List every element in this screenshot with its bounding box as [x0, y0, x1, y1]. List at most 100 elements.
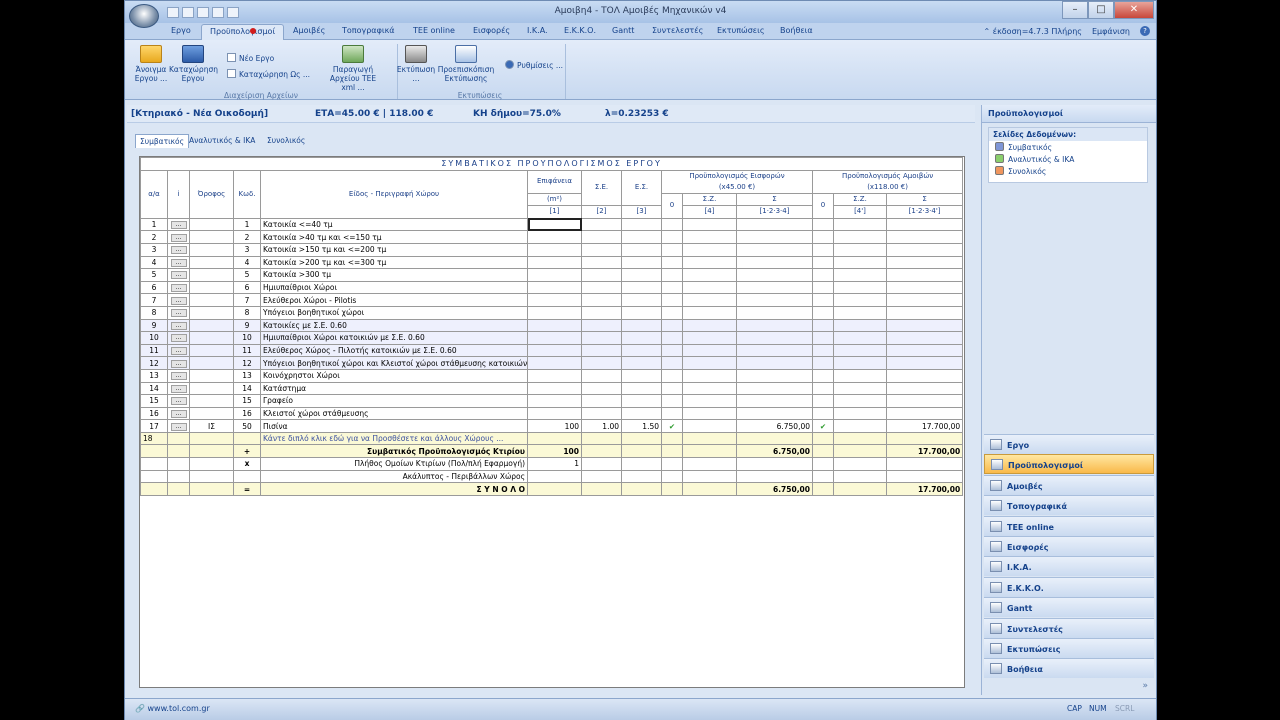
row-se[interactable] — [581, 217, 622, 232]
row-c-sz[interactable] — [682, 343, 737, 358]
row-c-zero[interactable] — [661, 230, 683, 244]
row-c-sigma[interactable] — [736, 293, 813, 307]
save-as-button[interactable]: Καταχώρηση Ως ... — [227, 69, 310, 79]
row-se[interactable]: 1.00 — [581, 419, 622, 433]
tab-ika[interactable]: I.K.A. — [527, 26, 548, 35]
row-details[interactable]: ... — [167, 318, 190, 333]
row-c-sz[interactable] — [682, 406, 737, 421]
nav-item[interactable]: Τοπογραφικά — [984, 495, 1154, 516]
row-area[interactable] — [527, 406, 582, 421]
row-es[interactable] — [621, 268, 662, 282]
row-f-sigma[interactable] — [885, 343, 964, 358]
row-details-icon[interactable]: ... — [170, 347, 187, 356]
row-f-sz[interactable] — [833, 356, 887, 370]
row-es[interactable] — [621, 343, 662, 358]
row-area[interactable] — [527, 217, 582, 232]
row-c-sigma[interactable] — [736, 268, 813, 282]
row-details[interactable]: ... — [167, 356, 190, 370]
row-c-zero[interactable] — [661, 318, 683, 333]
row-details-icon[interactable]: ... — [170, 321, 187, 330]
row-details-icon[interactable]: ... — [170, 422, 187, 431]
row-f-zero[interactable] — [812, 255, 834, 270]
nav-item[interactable]: Gantt — [984, 597, 1154, 618]
row-details-icon[interactable]: ... — [170, 334, 187, 343]
row-c-zero[interactable] — [661, 217, 683, 232]
tab-coefficients[interactable]: Συντελεστές — [652, 26, 703, 35]
row-c-zero[interactable] — [661, 394, 683, 408]
row-f-sz[interactable] — [833, 293, 887, 307]
row-se[interactable] — [581, 268, 622, 282]
row-es[interactable] — [621, 381, 662, 396]
row-c-sz[interactable] — [682, 419, 737, 433]
row-f-zero[interactable] — [812, 343, 834, 358]
row-c-zero[interactable] — [661, 331, 683, 345]
page-link-contractual[interactable]: Συμβατικός — [989, 141, 1147, 153]
subtab-contractual[interactable]: Συμβατικός — [135, 134, 190, 148]
row-f-sz[interactable] — [833, 280, 887, 295]
row-f-zero[interactable] — [812, 217, 834, 232]
row-area[interactable] — [527, 368, 582, 383]
row-c-sigma[interactable] — [736, 406, 813, 421]
add-row[interactable]: 18 Κάντε διπλό κλικ εδώ για να Προσθέσετ… — [140, 431, 964, 446]
table-row[interactable]: 8... 8 Υπόγειοι βοηθητικοί χώροι — [140, 305, 964, 320]
page-link-analytical[interactable]: Αναλυτικός & ΙΚΑ — [989, 153, 1147, 165]
row-f-sz[interactable] — [833, 406, 887, 421]
row-f-zero[interactable] — [812, 268, 834, 282]
row-es[interactable] — [621, 280, 662, 295]
row-area[interactable] — [527, 255, 582, 270]
row-c-sigma[interactable] — [736, 343, 813, 358]
table-row[interactable]: 5... 5 Κατοικία >300 τμ — [140, 268, 964, 282]
row-c-sigma[interactable] — [736, 318, 813, 333]
save-project-button[interactable]: Καταχώρηση Εργου — [169, 45, 218, 83]
row-c-sz[interactable] — [682, 230, 737, 244]
row-details[interactable]: ... — [167, 305, 190, 320]
row-se[interactable] — [581, 331, 622, 345]
row-f-sz[interactable] — [833, 419, 887, 433]
row-f-zero[interactable] — [812, 331, 834, 345]
row-details[interactable]: ... — [167, 242, 190, 257]
row-f-zero[interactable] — [812, 356, 834, 370]
tab-ekko[interactable]: Ε.Κ.Κ.Ο. — [564, 26, 596, 35]
tab-contributions[interactable]: Εισφορές — [473, 26, 510, 35]
row-details-icon[interactable]: ... — [170, 246, 187, 255]
row-area[interactable] — [527, 318, 582, 333]
row-f-sigma[interactable] — [885, 318, 964, 333]
row-es[interactable] — [621, 406, 662, 421]
row-c-sigma[interactable] — [736, 217, 813, 232]
table-row[interactable]: 14... 14 Κατάστημα — [140, 381, 964, 396]
row-details-icon[interactable]: ... — [170, 372, 187, 381]
row-f-zero[interactable] — [812, 381, 834, 396]
table-row[interactable]: 9... 9 Κατοικίες με Σ.Ε. 0.60 — [140, 318, 964, 333]
row-details[interactable]: ... — [167, 394, 190, 408]
row-es[interactable] — [621, 368, 662, 383]
row-details-icon[interactable]: ... — [170, 284, 187, 293]
table-row[interactable]: 11... 11 Ελεύθερος Χώρος - Πιλοτής κατοικι… — [140, 343, 964, 358]
help-icon[interactable]: ? — [1140, 26, 1150, 36]
table-row[interactable]: 4... 4 Κατοικία >200 τμ και <=300 τμ — [140, 255, 964, 270]
open-project-button[interactable]: Άνοιγμα Εργου ... — [133, 45, 169, 83]
row-es[interactable] — [621, 305, 662, 320]
tab-topographic[interactable]: Τοπογραφικά — [342, 26, 395, 35]
table-row[interactable]: 12... 12 Υπόγειοι βοηθητικοί χώροι και Κλε… — [140, 356, 964, 370]
row-f-sz[interactable] — [833, 268, 887, 282]
table-row[interactable]: 16... 16 Κλειστοί χώροι στάθμευσης — [140, 406, 964, 421]
website-link[interactable]: 🔗 www.tol.com.gr — [135, 704, 210, 713]
row-details[interactable]: ... — [167, 255, 190, 270]
row-f-sigma[interactable] — [885, 368, 964, 383]
new-project-button[interactable]: Νέο Εργο — [227, 53, 274, 63]
row-area[interactable] — [527, 394, 582, 408]
row-c-sz[interactable] — [682, 280, 737, 295]
row-details[interactable]: ... — [167, 381, 190, 396]
row-f-zero[interactable] — [812, 242, 834, 257]
row-area[interactable] — [527, 305, 582, 320]
settings-button[interactable]: Ρυθμίσεις ... — [505, 60, 563, 70]
row-es[interactable] — [621, 318, 662, 333]
row-f-zero[interactable]: ✔ — [812, 419, 834, 433]
row-f-sigma[interactable] — [885, 242, 964, 257]
row-c-zero[interactable] — [661, 268, 683, 282]
row-c-sigma[interactable]: 6.750,00 — [736, 419, 813, 433]
row-area[interactable] — [527, 343, 582, 358]
row-c-zero[interactable] — [661, 280, 683, 295]
row-es[interactable]: 1.50 — [621, 419, 662, 433]
row-se[interactable] — [581, 356, 622, 370]
